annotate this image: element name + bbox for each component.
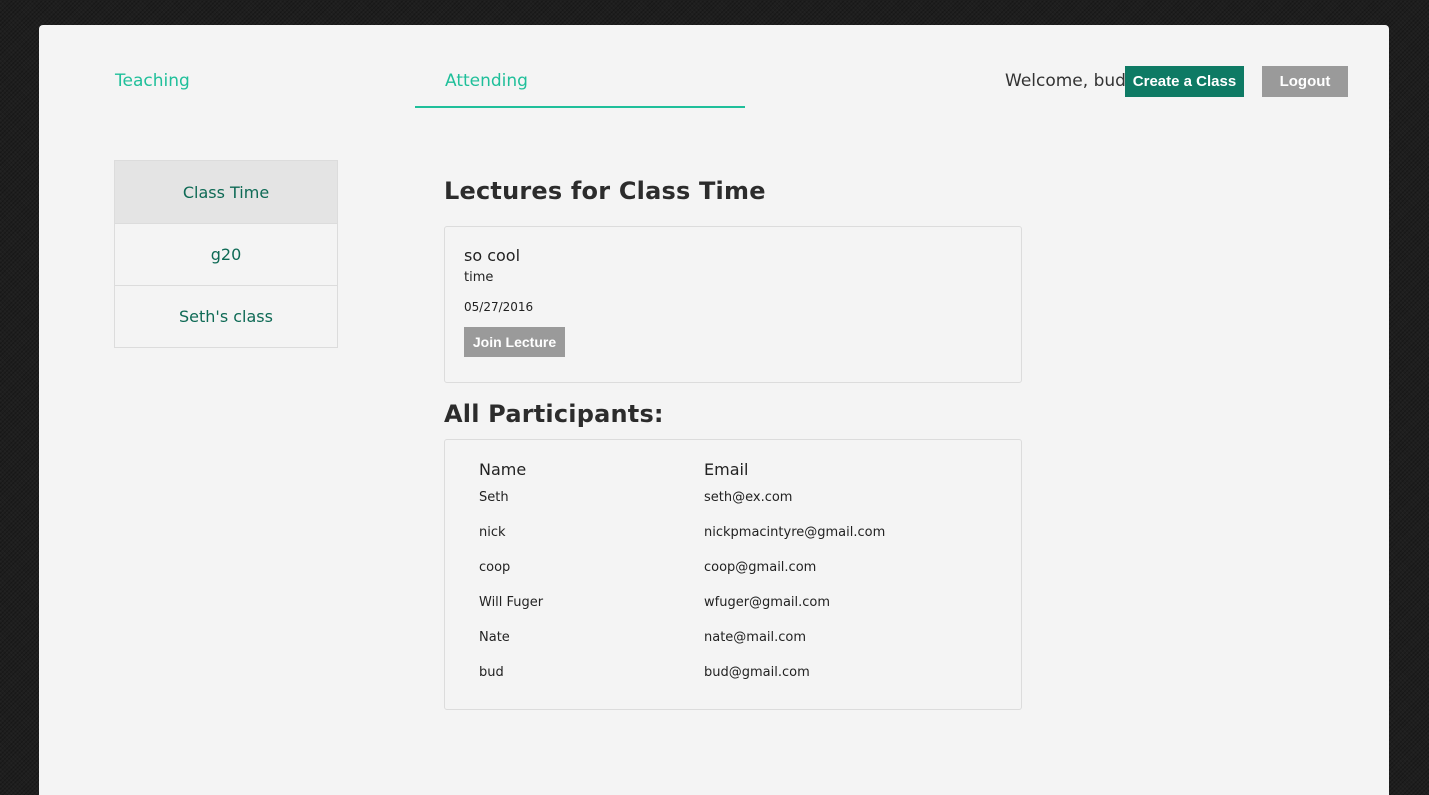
main-panel: Teaching Attending Welcome, bud Create a… (39, 25, 1389, 795)
lecture-card: so cool time 05/27/2016 Join Lecture (444, 226, 1022, 383)
participant-name: Nate (479, 630, 510, 645)
logout-button[interactable]: Logout (1262, 66, 1348, 97)
active-tab-indicator (415, 106, 745, 108)
lecture-title: so cool (464, 246, 521, 265)
sidebar-item-class-time[interactable]: Class Time (114, 160, 338, 224)
tab-teaching[interactable]: Teaching (115, 71, 190, 91)
table-row: Nate nate@mail.com (445, 630, 1021, 650)
column-header-email: Email (704, 460, 749, 479)
participant-name: Seth (479, 490, 509, 505)
participant-email: bud@gmail.com (704, 665, 810, 680)
welcome-text: Welcome, bud (1005, 71, 1126, 91)
sidebar-item-seths-class[interactable]: Seth's class (114, 286, 338, 348)
participant-email: wfuger@gmail.com (704, 595, 831, 610)
column-header-name: Name (479, 460, 527, 479)
sidebar-item-g20[interactable]: g20 (114, 224, 338, 286)
class-sidebar: Class Time g20 Seth's class (114, 160, 338, 348)
table-row: Seth seth@ex.com (445, 490, 1021, 510)
table-row: bud bud@gmail.com (445, 665, 1021, 685)
table-row: Will Fuger wfuger@gmail.com (445, 595, 1021, 615)
table-row: coop coop@gmail.com (445, 560, 1021, 580)
participant-name: Will Fuger (479, 595, 544, 610)
participants-table: Name Email Seth seth@ex.com nick nickpma… (444, 439, 1022, 710)
join-lecture-button[interactable]: Join Lecture (464, 327, 565, 357)
table-row: nick nickpmacintyre@gmail.com (445, 525, 1021, 545)
participant-name: nick (479, 525, 506, 540)
participant-email: nickpmacintyre@gmail.com (704, 525, 886, 540)
create-class-button[interactable]: Create a Class (1125, 66, 1244, 97)
tab-attending[interactable]: Attending (445, 71, 528, 91)
participant-email: nate@mail.com (704, 630, 807, 645)
participant-name: bud (479, 665, 504, 680)
participant-email: coop@gmail.com (704, 560, 817, 575)
participant-name: coop (479, 560, 511, 575)
lectures-heading: Lectures for Class Time (444, 177, 766, 205)
lecture-date: 05/27/2016 (464, 300, 534, 314)
participant-email: seth@ex.com (704, 490, 793, 505)
lecture-subtitle: time (464, 270, 494, 285)
participants-heading: All Participants: (444, 400, 664, 428)
